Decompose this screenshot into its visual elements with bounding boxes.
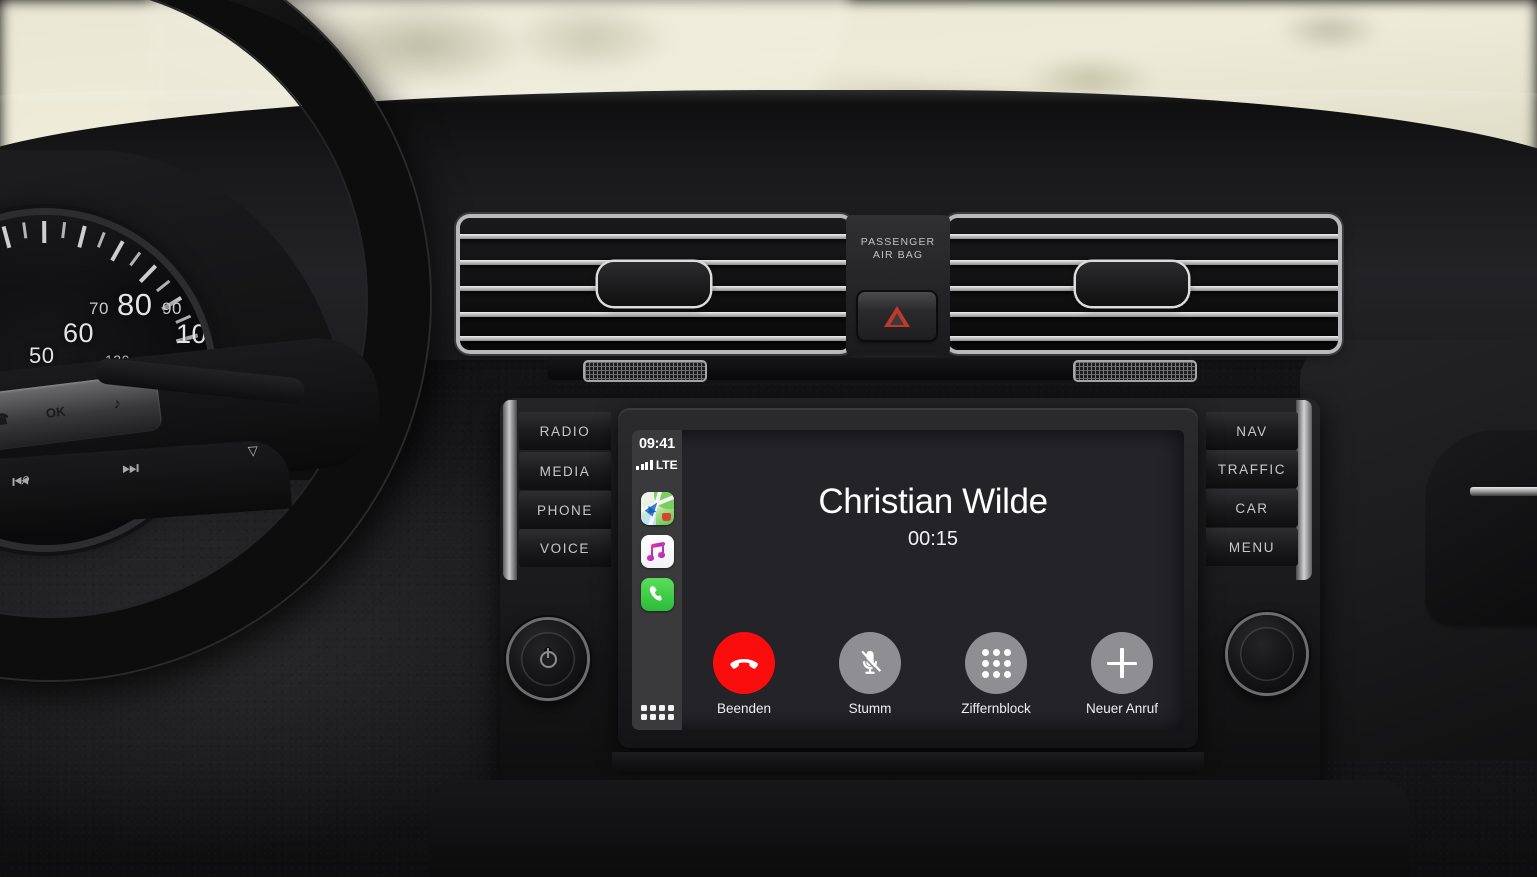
head-unit-chrome-right xyxy=(1296,400,1312,580)
end-call-button[interactable]: Beenden xyxy=(702,632,786,716)
music-app-icon[interactable] xyxy=(640,535,674,568)
mic-muted-icon xyxy=(859,650,882,674)
carplay-dashboard-scene: 60 70 80 90 100 100 120 140 160 50 ☎ OK … xyxy=(0,0,1537,877)
next-track-icon[interactable]: ⏭ xyxy=(122,458,139,480)
plus-icon xyxy=(1107,648,1137,678)
menu-down-icon[interactable]: ▽ xyxy=(247,443,258,460)
keypad-icon xyxy=(981,648,1011,678)
ok-button-icon[interactable]: OK xyxy=(45,404,66,421)
center-console xyxy=(430,780,1410,877)
radio-button[interactable]: RADIO xyxy=(519,412,611,450)
caller-name: Christian Wilde xyxy=(818,482,1048,521)
add-call-label: Neuer Anruf xyxy=(1085,701,1159,716)
keypad-label: Ziffernblock xyxy=(961,701,1031,716)
air-vent-left-adjuster[interactable] xyxy=(598,262,710,306)
tuning-knob[interactable] xyxy=(1228,615,1306,693)
hazard-lights-button[interactable] xyxy=(858,292,936,340)
mute-button[interactable]: Stumm xyxy=(828,632,912,716)
phone-button[interactable]: PHONE xyxy=(519,491,611,529)
mute-circle[interactable] xyxy=(839,632,901,694)
app-launcher-grid-icon[interactable] xyxy=(640,705,674,720)
signal-bars-icon xyxy=(636,460,653,470)
carplay-screen[interactable]: 09:41 LTE Christian Wilde 00:15 Beenden … xyxy=(632,430,1184,730)
maps-app-icon[interactable] xyxy=(640,492,674,525)
air-vent-right-adjuster[interactable] xyxy=(1076,262,1188,306)
prev-track-icon[interactable]: ⏮ xyxy=(12,472,29,494)
add-call-circle[interactable] xyxy=(1091,632,1153,694)
infotainment-screen-bezel: 09:41 LTE Christian Wilde 00:15 Beenden … xyxy=(618,408,1198,748)
power-volume-knob-face[interactable] xyxy=(521,632,575,686)
call-action-bar: Beenden Stumm Ziffernblock Neuer Anruf xyxy=(682,632,1184,716)
power-icon xyxy=(539,645,557,668)
phone-answer-icon[interactable]: ☎ xyxy=(0,410,10,430)
media-button[interactable]: MEDIA xyxy=(519,452,611,490)
voice-control-icon[interactable]: ♪ xyxy=(112,395,122,413)
head-unit-shelf xyxy=(612,752,1204,774)
carrier-network-label: LTE xyxy=(655,458,678,472)
speaker-mesh-right xyxy=(1075,362,1195,380)
passenger-airbag-label: PASSENGER AIR BAG xyxy=(846,236,950,262)
glovebox xyxy=(1425,430,1537,630)
mute-label: Stumm xyxy=(848,701,892,716)
voice-button[interactable]: VOICE xyxy=(519,529,611,567)
keypad-button[interactable]: Ziffernblock xyxy=(954,632,1038,716)
head-unit-chrome-left xyxy=(503,400,517,580)
hazard-triangle-icon xyxy=(884,305,910,327)
phone-down-icon xyxy=(730,659,758,669)
carplay-call-screen: Christian Wilde 00:15 Beenden Stumm Ziff… xyxy=(682,430,1184,730)
steering-wheel xyxy=(0,0,430,680)
end-call-label: Beenden xyxy=(716,701,772,716)
tuning-knob-face[interactable] xyxy=(1240,627,1294,681)
air-vent-right xyxy=(948,218,1338,350)
traffic-button[interactable]: TRAFFIC xyxy=(1206,450,1298,488)
airbag-label-line2: AIR BAG xyxy=(872,249,924,261)
airbag-label-line1: PASSENGER xyxy=(860,236,936,248)
car-button[interactable]: CAR xyxy=(1206,489,1298,527)
menu-button[interactable]: MENU xyxy=(1206,528,1298,566)
call-duration: 00:15 xyxy=(907,528,959,550)
carplay-app-list xyxy=(640,492,674,611)
status-bar-time: 09:41 xyxy=(638,436,676,452)
add-call-button[interactable]: Neuer Anruf xyxy=(1080,632,1164,716)
speaker-mesh-left xyxy=(585,362,705,380)
nav-button[interactable]: NAV xyxy=(1206,412,1298,450)
carplay-sidebar: 09:41 LTE xyxy=(632,430,682,730)
power-volume-knob[interactable] xyxy=(509,620,587,698)
air-vent-left xyxy=(460,218,850,350)
end-call-circle[interactable] xyxy=(713,632,775,694)
keypad-circle[interactable] xyxy=(965,632,1027,694)
phone-app-icon[interactable] xyxy=(640,578,674,611)
status-bar-signal: LTE xyxy=(636,456,678,472)
glovebox-handle[interactable] xyxy=(1470,487,1537,496)
